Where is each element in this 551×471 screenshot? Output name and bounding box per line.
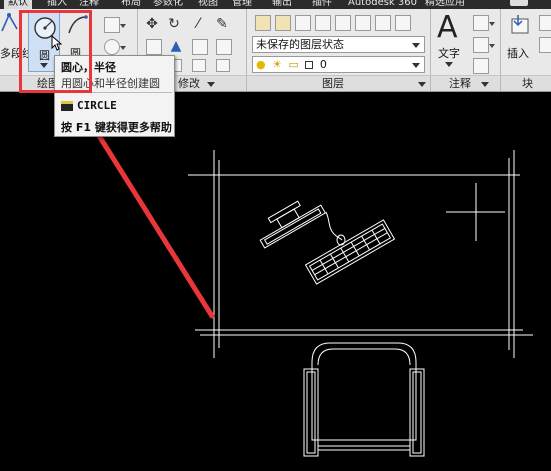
tab-default[interactable]: 默认 [4, 0, 32, 9]
layer-off-icon[interactable] [335, 15, 351, 31]
layer-unisolate-icon[interactable] [315, 15, 331, 31]
dimension-icon[interactable] [473, 15, 495, 31]
layer-properties-icon[interactable] [255, 15, 271, 31]
sun-icon: ☀ [272, 58, 282, 71]
chevron-down-icon [412, 43, 420, 48]
tooltip-help: 按 F1 键获得更多帮助 [61, 121, 172, 134]
annotation-expand-icon[interactable] [481, 82, 489, 87]
tab-autodesk-360[interactable]: Autodesk 360 [348, 0, 417, 9]
hatch-icon[interactable] [104, 39, 126, 55]
layers-expand-icon[interactable] [418, 82, 426, 87]
rotate-icon[interactable]: ↻ [166, 16, 182, 32]
trim-icon[interactable]: ⁄ [190, 16, 206, 32]
light-bulb-icon: ● [256, 58, 266, 71]
explode-icon[interactable] [216, 39, 232, 55]
move-icon[interactable]: ✥ [144, 16, 160, 32]
text-label: 文字 [438, 47, 460, 60]
drawing-canvas[interactable] [0, 93, 551, 471]
fillet-icon[interactable] [192, 39, 208, 55]
tab-parametric[interactable]: 参数化 [153, 0, 183, 9]
crosshair-cursor [446, 183, 505, 241]
offset-icon[interactable] [216, 59, 230, 72]
chair-drawing [303, 342, 425, 457]
chevron-down-icon [412, 63, 420, 68]
highlight-box [19, 10, 92, 93]
layer-freeze-icon[interactable] [355, 15, 371, 31]
modify-expand-icon[interactable] [207, 82, 215, 87]
annotation-panel-title[interactable]: 注释 [449, 75, 471, 91]
mouse-drawing [336, 234, 346, 246]
layer-state-select[interactable]: 未保存的图层状态 [252, 36, 425, 53]
chevron-down-icon[interactable] [445, 62, 453, 67]
block-panel: 插入 [501, 9, 551, 75]
tab-plugins[interactable]: 插件 [312, 0, 332, 9]
desk-drawing [188, 150, 533, 358]
layer-state-value: 未保存的图层状态 [256, 38, 344, 51]
erase-icon[interactable]: ✎ [214, 16, 230, 32]
ribbon-tab-bar: 默认 插入 注释 布局 参数化 视图 管理 输出 插件 Autodesk 360… [0, 0, 551, 9]
tab-insert[interactable]: 插入 [47, 0, 67, 9]
color-swatch-icon [305, 61, 314, 69]
leader-icon[interactable] [473, 37, 495, 53]
tab-annotate[interactable]: 注释 [79, 0, 99, 9]
annotation-panel: A 文字 [431, 9, 503, 75]
tab-view[interactable]: 视图 [198, 0, 218, 9]
modify-panel-title[interactable]: 修改 [178, 75, 200, 91]
layer-state-icon[interactable] [275, 15, 291, 31]
layer-match-icon[interactable] [395, 15, 411, 31]
tooltip-command: CIRCLE [77, 99, 117, 112]
layer-lock-icon[interactable] [375, 15, 391, 31]
tab-layout[interactable]: 布局 [121, 0, 141, 9]
current-layer-select[interactable]: ● ☀ ▭ 0 [252, 56, 425, 73]
rectangle-icon[interactable] [104, 17, 126, 33]
keyboard-drawing [304, 219, 396, 285]
insert-block-icon[interactable] [509, 13, 533, 37]
window-control-icon[interactable] [510, 0, 528, 6]
insert-label: 插入 [507, 47, 529, 60]
copy-icon[interactable] [146, 39, 162, 55]
tab-manage[interactable]: 管理 [232, 0, 252, 9]
lock-open-icon: ▭ [288, 58, 299, 71]
tab-featured-apps[interactable]: 精选应用 [425, 0, 465, 9]
text-icon[interactable]: A [437, 11, 458, 45]
layers-panel-title[interactable]: 图层 [322, 75, 344, 91]
tab-output[interactable]: 输出 [272, 0, 292, 9]
command-icon [61, 101, 73, 111]
monitor-drawing [259, 200, 343, 249]
edit-block-icon[interactable] [539, 37, 551, 53]
create-block-icon[interactable] [539, 15, 551, 31]
layers-panel: 未保存的图层状态 ● ☀ ▭ 0 [247, 9, 430, 75]
table-icon[interactable] [473, 58, 489, 74]
layer-isolate-icon[interactable] [295, 15, 311, 31]
current-layer-value: 0 [319, 58, 327, 71]
array-icon[interactable] [192, 59, 206, 72]
block-panel-title[interactable]: 块 [522, 75, 533, 91]
mirror-icon[interactable]: ▲ [168, 38, 184, 54]
